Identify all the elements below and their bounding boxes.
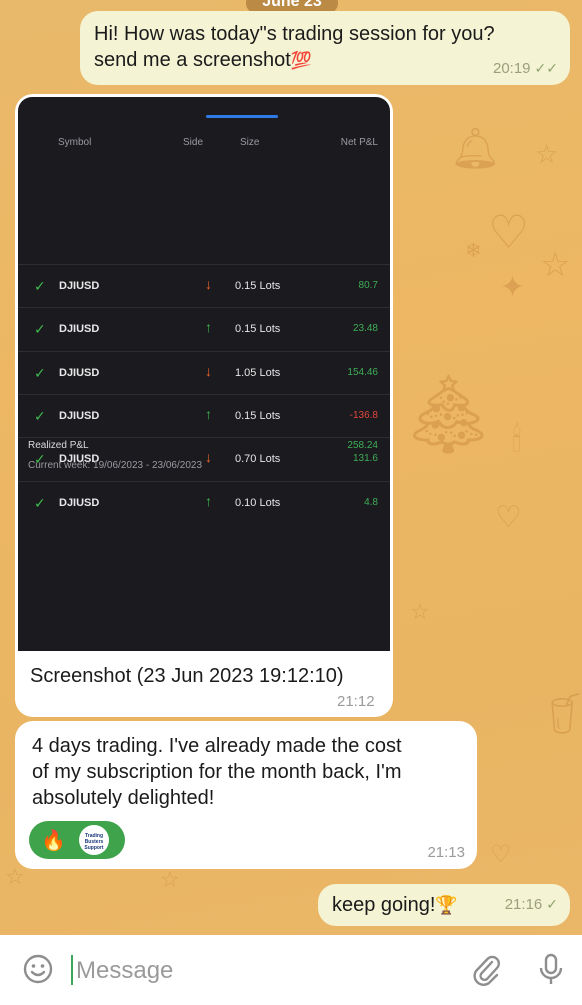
- trade-pnl: 80.7: [358, 280, 378, 291]
- screenshot-caption: Screenshot (23 Jun 2023 19:12:10): [30, 665, 344, 687]
- wallpaper-star-icon: ☆: [535, 140, 559, 170]
- trade-pnl: -136.8: [349, 409, 378, 421]
- incoming-message[interactable]: 4 days trading. I've already made the co…: [15, 721, 477, 869]
- wallpaper-heart-icon: ♡: [495, 500, 522, 535]
- arrow-up-icon: ↑: [205, 492, 212, 509]
- col-header-symbol: Symbol: [58, 137, 92, 148]
- wallpaper-heart-icon: ♡: [488, 205, 530, 259]
- col-header-side: Side: [183, 137, 204, 148]
- wallpaper-bell-icon: 🔔︎: [450, 126, 501, 172]
- message-time: 21:13: [427, 844, 465, 861]
- arrow-down-icon: ↓: [205, 449, 212, 466]
- message-composer: Message: [0, 935, 582, 1005]
- message-text: Hi! How was today"s trading session for …: [94, 23, 495, 71]
- message-text: 4 days trading. I've already made the co…: [32, 735, 402, 809]
- wallpaper-cup-icon: 🥤︎: [540, 691, 582, 737]
- trade-size: 0.15 Lots: [235, 280, 281, 292]
- trade-symbol: DJIUSD: [59, 323, 100, 336]
- arrow-up-icon: ↑: [205, 405, 212, 422]
- col-header-pnl: Net P&L: [340, 137, 378, 148]
- check-icon: ✓: [34, 494, 46, 511]
- double-check-icon: ✓✓: [534, 60, 558, 76]
- trade-size: 1.05 Lots: [235, 366, 281, 379]
- wallpaper-candle-icon: 🕯︎: [512, 420, 522, 460]
- wallpaper-tree-icon: 🎄︎: [400, 370, 497, 459]
- trading-screenshot-image[interactable]: Symbol Side Size Net P&L ✓ DJIUSD ↓ 0.15 Lo…: [18, 97, 390, 651]
- wallpaper-star-icon: ☆: [540, 245, 571, 285]
- check-icon: ✓: [546, 896, 558, 912]
- check-icon: ✓: [34, 407, 46, 424]
- microphone-icon[interactable]: [537, 953, 565, 987]
- trade-size: 0.15 Lots: [235, 409, 281, 422]
- trade-symbol: DJIUSD: [59, 496, 100, 509]
- hundred-points-emoji: 💯: [290, 51, 312, 70]
- trophy-emoji: 🏆: [435, 895, 458, 915]
- current-week-label: Current week: 19/06/2023 - 23/06/2023: [28, 460, 203, 471]
- trade-pnl: 4.8: [364, 496, 378, 508]
- sheet-handle: [206, 115, 278, 118]
- trade-row: ✓ DJIUSD ↑ 0.10 Lots 4.8: [18, 480, 390, 525]
- wallpaper-star-icon: ☆: [160, 868, 180, 893]
- wallpaper-heart-icon: ♡: [490, 840, 512, 868]
- trade-row: ✓ DJIUSD ↓ 1.05 Lots 154.46: [18, 350, 390, 395]
- message-time: 21:12: [337, 693, 375, 710]
- col-header-size: Size: [240, 137, 260, 148]
- check-icon: ✓: [34, 321, 46, 338]
- reactor-avatar: Trading Busters Support: [79, 825, 109, 855]
- trade-row: ✓ DJIUSD ↓ 0.15 Lots 80.7: [18, 264, 390, 308]
- check-icon: ✓: [34, 364, 46, 381]
- fire-emoji: 🔥: [41, 830, 66, 852]
- text-cursor: [71, 955, 73, 985]
- trade-size: 0.10 Lots: [235, 496, 281, 509]
- arrow-down-icon: ↓: [205, 362, 212, 379]
- trade-pnl: 154.46: [347, 366, 378, 378]
- arrow-down-icon: ↓: [205, 276, 212, 292]
- wallpaper-star-icon: ☆: [410, 600, 430, 625]
- reaction-chip[interactable]: 🔥 Trading Busters Support: [29, 821, 125, 859]
- outgoing-message[interactable]: keep going!🏆 21:16 ✓: [318, 884, 570, 926]
- trade-symbol: DJIUSD: [59, 366, 100, 379]
- trade-pnl: 131.6: [352, 453, 378, 465]
- trade-pnl: 23.48: [352, 323, 378, 335]
- trade-row: ✓ DJIUSD ↑ 0.15 Lots 23.48: [18, 307, 390, 351]
- message-time: 21:16 ✓: [504, 896, 558, 913]
- wallpaper-star-icon: ☆: [5, 865, 25, 890]
- trade-symbol: DJIUSD: [59, 280, 100, 292]
- wallpaper-sparkle-icon: ✦: [500, 270, 526, 305]
- wallpaper-snowflake-icon: ❄: [465, 238, 482, 262]
- trade-symbol: DJIUSD: [59, 409, 100, 422]
- trade-size: 0.70 Lots: [235, 453, 281, 466]
- realized-pnl-value: 258.24: [347, 440, 378, 451]
- message-time: 20:19 ✓✓: [492, 60, 558, 77]
- paperclip-icon[interactable]: [470, 953, 502, 987]
- message-input[interactable]: Message: [76, 957, 173, 985]
- trade-row: ✓ DJIUSD ↑ 0.15 Lots -136.8: [18, 393, 390, 438]
- trade-size: 0.15 Lots: [235, 323, 281, 336]
- arrow-up-icon: ↑: [205, 319, 212, 336]
- check-icon: ✓: [34, 278, 46, 294]
- message-text: keep going!: [332, 894, 436, 916]
- realized-pnl-label: Realized P&L: [28, 440, 89, 451]
- outgoing-message[interactable]: Hi! How was today"s trading session for …: [80, 11, 570, 85]
- smiley-icon[interactable]: [22, 953, 54, 985]
